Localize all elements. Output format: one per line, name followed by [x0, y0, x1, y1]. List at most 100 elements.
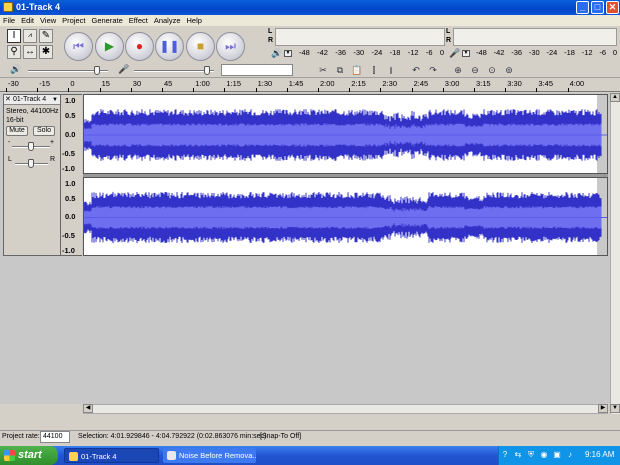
- output-level-meter[interactable]: [275, 28, 445, 46]
- project-rate-field[interactable]: 44100: [40, 431, 70, 443]
- minimize-button[interactable]: _: [576, 1, 589, 14]
- ruler-tick: [193, 88, 195, 92]
- ruler-tick-label: 1:00: [195, 79, 210, 88]
- ruler-tick-label: 15: [101, 79, 110, 88]
- copy-icon[interactable]: ⧉: [332, 63, 348, 77]
- selection-tool-icon[interactable]: I: [7, 29, 21, 43]
- menu-view[interactable]: View: [37, 15, 59, 26]
- maximize-button[interactable]: □: [591, 1, 604, 14]
- input-volume-icon: 🎤: [118, 64, 130, 74]
- time-shift-tool-icon[interactable]: ↔: [23, 45, 37, 59]
- trim-icon[interactable]: ⫿: [366, 63, 382, 77]
- ruler-tick: [442, 88, 444, 92]
- ruler-tick: [162, 88, 163, 92]
- scroll-right-arrow-icon[interactable]: ▶: [598, 404, 608, 413]
- ruler-tick: [68, 88, 70, 92]
- ch2-scale-bottom: -1.0: [62, 246, 75, 255]
- input-meter-menu-icon[interactable]: ▼: [462, 50, 470, 57]
- ruler-tick: [567, 88, 569, 92]
- track-menu-icon[interactable]: ▼: [52, 95, 58, 105]
- zoom-in-icon[interactable]: ⊕: [450, 63, 466, 77]
- skip-to-start-button[interactable]: ⏮: [64, 32, 93, 61]
- waveform-channel-left[interactable]: [83, 94, 608, 174]
- menu-edit[interactable]: Edit: [18, 15, 37, 26]
- timeline-ruler[interactable]: [0, 78, 620, 92]
- redo-icon[interactable]: ↷: [425, 63, 441, 77]
- audacity-app-icon[interactable]: [3, 2, 13, 12]
- input-volume-thumb[interactable]: [204, 66, 210, 75]
- track-close-icon[interactable]: ✕: [5, 95, 11, 105]
- ch2-scale-neg-half: -0.5: [62, 231, 75, 240]
- undo-icon[interactable]: ↶: [408, 63, 424, 77]
- ch1-scale-top: 1.0: [65, 96, 76, 105]
- antivirus-tray-icon[interactable]: ◉: [539, 450, 549, 460]
- waveform-right: [84, 191, 607, 244]
- scroll-up-arrow-icon[interactable]: ▲: [610, 93, 620, 102]
- help-tray-icon[interactable]: ?: [500, 450, 510, 460]
- output-volume-thumb[interactable]: [94, 66, 100, 75]
- multi-tool-icon[interactable]: ✱: [39, 45, 53, 59]
- scroll-left-arrow-icon[interactable]: ◀: [83, 404, 93, 413]
- record-button[interactable]: ●: [125, 32, 154, 61]
- ruler-tick-label: -30: [8, 79, 19, 88]
- track-format-info: Stereo, 44100Hz: [6, 108, 59, 115]
- taskbar-item-paint[interactable]: Noise Before Remova...: [163, 448, 256, 463]
- vertical-scrollbar[interactable]: [610, 93, 620, 414]
- stop-button[interactable]: ■: [186, 32, 215, 61]
- envelope-tool-icon[interactable]: ⩘: [23, 29, 37, 43]
- cut-icon[interactable]: ✂: [315, 63, 331, 77]
- network-tray-icon[interactable]: ⇆: [513, 450, 523, 460]
- pan-slider-thumb[interactable]: [28, 159, 34, 168]
- input-level-meter[interactable]: [453, 28, 617, 46]
- pan-left-label: L: [8, 156, 12, 163]
- security-tray-icon[interactable]: ⛨: [526, 450, 536, 460]
- close-button[interactable]: ✕: [606, 1, 619, 14]
- paint-task-icon: [167, 451, 176, 460]
- speaker-icon: 🔊: [271, 48, 283, 58]
- menu-effect[interactable]: Effect: [126, 15, 151, 26]
- zoom-out-icon[interactable]: ⊖: [467, 63, 483, 77]
- pan-right-label: R: [50, 156, 56, 163]
- input-volume-slider[interactable]: [134, 70, 214, 72]
- track-bit-depth: 16-bit: [6, 117, 24, 124]
- mute-button[interactable]: Mute: [6, 126, 28, 136]
- ruler-tick-label: 3:15: [476, 79, 491, 88]
- horizontal-scrollbar[interactable]: [83, 404, 608, 414]
- microphone-icon: 🎤: [449, 48, 461, 58]
- menu-bar: File Edit View Project Generate Effect Analyze…: [0, 15, 620, 26]
- pause-button[interactable]: ❚❚: [155, 32, 184, 61]
- zoom-tool-icon[interactable]: ⚲: [7, 45, 21, 59]
- menu-generate[interactable]: Generate: [89, 15, 126, 26]
- menu-help[interactable]: Help: [184, 15, 205, 26]
- solo-button[interactable]: Solo: [33, 126, 55, 136]
- output-meter-menu-icon[interactable]: ▼: [284, 50, 292, 57]
- taskbar-item-audacity[interactable]: 01-Track 4: [64, 448, 159, 463]
- silence-icon[interactable]: ⫾: [383, 63, 399, 77]
- ch2-scale-half: 0.5: [65, 194, 76, 203]
- menu-analyze[interactable]: Analyze: [151, 15, 184, 26]
- volume-tray-icon[interactable]: ♪: [565, 450, 575, 460]
- title-bar[interactable]: [0, 0, 620, 15]
- scroll-down-arrow-icon[interactable]: ▼: [610, 404, 620, 413]
- play-button[interactable]: ▶: [95, 32, 124, 61]
- ruler-tick-label: 3:30: [507, 79, 522, 88]
- skip-to-end-button[interactable]: ⏭: [216, 32, 245, 61]
- gain-slider-thumb[interactable]: [28, 142, 34, 151]
- input-source-select[interactable]: [221, 64, 293, 76]
- ruler-tick-label: 45: [164, 79, 173, 88]
- ruler-tick-label: 2:30: [382, 79, 397, 88]
- fit-project-icon[interactable]: ⊚: [501, 63, 517, 77]
- track-title-bar[interactable]: ✕ 01-Track 4 ▼: [4, 95, 60, 105]
- ruler-tick: [380, 88, 382, 92]
- paste-icon[interactable]: 📋: [349, 63, 365, 77]
- draw-tool-icon[interactable]: ✎: [39, 29, 53, 43]
- menu-file[interactable]: File: [0, 15, 18, 26]
- menu-project[interactable]: Project: [59, 15, 88, 26]
- fit-selection-icon[interactable]: ⊙: [484, 63, 500, 77]
- ch1-scale-neg-half: -0.5: [62, 149, 75, 158]
- selection-status: Selection: 4:01.929846 - 4:04.792922 (0:…: [78, 433, 267, 440]
- waveform-channel-right[interactable]: [83, 177, 608, 256]
- track-name[interactable]: 01-Track 4: [13, 95, 46, 105]
- display-tray-icon[interactable]: ▣: [552, 450, 562, 460]
- ruler-tick-label: 1:30: [257, 79, 273, 88]
